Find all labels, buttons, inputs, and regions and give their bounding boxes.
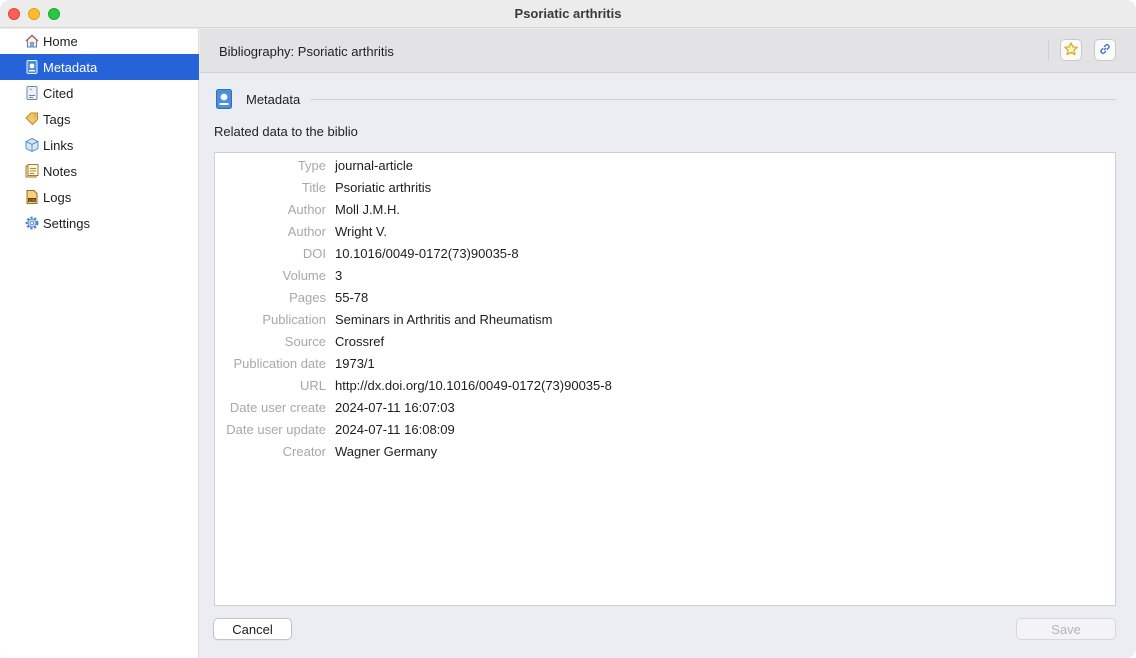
metadata-value: Psoriatic arthritis	[335, 179, 432, 195]
metadata-value: journal-article	[335, 157, 414, 173]
metadata-row: DOI 10.1016/0049-0172(73)90035-8	[215, 242, 1115, 264]
metadata-row: Title Psoriatic arthritis	[215, 176, 1115, 198]
sidebar-item-notes[interactable]: Notes	[0, 158, 199, 184]
metadata-row: Pages 55-78	[215, 286, 1115, 308]
metadata-row: Date user create 2024-07-11 16:07:03	[215, 396, 1115, 418]
metadata-value-link[interactable]: http://dx.doi.org/10.1016/0049-0172(73)9…	[335, 378, 612, 393]
section-header: Metadata	[214, 87, 1116, 111]
metadata-key: URL	[299, 377, 326, 393]
metadata-value: Wagner Germany	[335, 443, 438, 459]
metadata-key: Volume	[282, 267, 326, 283]
sidebar-item-home[interactable]: Home	[0, 28, 199, 54]
metadata-value: 55-78	[335, 289, 369, 305]
sidebar-item-logs[interactable]: LOG Logs	[0, 184, 199, 210]
section-divider	[310, 98, 1116, 100]
metadata-value: Moll J.M.H.	[335, 201, 400, 217]
metadata-value: Seminars in Arthritis and Rheumatism	[335, 311, 553, 327]
tag-icon	[24, 111, 40, 127]
metadata-key: Author	[287, 223, 326, 239]
section-subtitle: Related data to the biblio	[214, 124, 358, 139]
metadata-row: Author Moll J.M.H.	[215, 198, 1115, 220]
metadata-icon	[24, 59, 40, 75]
sidebar-item-links[interactable]: Links	[0, 132, 199, 158]
logs-icon: LOG	[24, 189, 40, 205]
metadata-key: Type	[297, 157, 326, 173]
metadata-icon	[214, 88, 234, 110]
sidebar-item-settings[interactable]: Settings	[0, 210, 199, 236]
metadata-value: 3	[335, 267, 343, 283]
metadata-value: Crossref	[335, 333, 385, 349]
window-title: Psoriatic arthritis	[514, 6, 622, 21]
cancel-button[interactable]: Cancel	[213, 618, 292, 640]
title-bar: Psoriatic arthritis	[0, 0, 1136, 28]
metadata-value: 1973/1	[335, 355, 375, 371]
metadata-value: 2024-07-11 16:07:03	[335, 399, 455, 415]
metadata-row: Type journal-article	[215, 154, 1115, 176]
sidebar-item-label: Metadata	[43, 59, 98, 75]
metadata-key: Date user create	[229, 399, 326, 415]
sidebar-item-label: Notes	[43, 163, 77, 179]
page-title: Bibliography: Psoriatic arthritis	[219, 44, 394, 59]
metadata-row: Volume 3	[215, 264, 1115, 286]
toolbar-divider	[1048, 39, 1049, 61]
link-icon	[1098, 42, 1112, 59]
sidebar: Home Metadata " Cited Tags Links Notes L…	[0, 29, 199, 658]
save-button[interactable]: Save	[1016, 618, 1116, 640]
sidebar-item-metadata[interactable]: Metadata	[0, 54, 199, 80]
sidebar-item-label: Settings	[43, 215, 90, 231]
star-icon	[1063, 41, 1079, 60]
svg-text:": "	[29, 88, 32, 95]
metadata-row: Publication Seminars in Arthritis and Rhe…	[215, 308, 1115, 330]
svg-text:LOG: LOG	[29, 198, 36, 202]
notes-icon	[24, 163, 40, 179]
sidebar-item-label: Tags	[43, 111, 71, 127]
gear-icon	[24, 215, 40, 231]
metadata-row: Publication date 1973/1	[215, 352, 1115, 374]
sidebar-item-tags[interactable]: Tags	[0, 106, 199, 132]
section-title: Metadata	[246, 91, 301, 107]
sidebar-item-cited[interactable]: " Cited	[0, 80, 199, 106]
cited-icon: "	[24, 85, 40, 101]
metadata-value: 2024-07-11 16:08:09	[335, 421, 455, 437]
main-content: Bibliography: Psoriatic arthritis Metada…	[200, 29, 1136, 658]
metadata-value: 10.1016/0049-0172(73)90035-8	[335, 245, 519, 261]
metadata-list[interactable]: Type journal-article Title Psoriatic arthr…	[214, 152, 1116, 606]
metadata-key: Title	[301, 179, 326, 195]
metadata-row: Creator Wagner Germany	[215, 440, 1115, 462]
metadata-row: URL http://dx.doi.org/10.1016/0049-0172(7…	[215, 374, 1115, 396]
home-icon	[24, 33, 40, 49]
metadata-row: Author Wright V.	[215, 220, 1115, 242]
link-button[interactable]	[1094, 39, 1116, 61]
metadata-row: Date user update 2024-07-11 16:08:09	[215, 418, 1115, 440]
sidebar-item-label: Home	[43, 33, 78, 49]
metadata-key: DOI	[302, 245, 326, 261]
metadata-key: Pages	[289, 289, 326, 305]
metadata-key: Creator	[282, 443, 326, 459]
metadata-row: Source Crossref	[215, 330, 1115, 352]
cube-icon	[24, 137, 40, 153]
metadata-key: Publication	[262, 311, 326, 327]
metadata-key: Source	[284, 333, 326, 349]
metadata-key: Date user update	[226, 421, 326, 437]
sidebar-item-label: Links	[43, 137, 74, 153]
sidebar-item-label: Logs	[43, 189, 72, 205]
metadata-key: Publication date	[233, 355, 326, 371]
metadata-key: Author	[287, 201, 326, 217]
metadata-value: Wright V.	[335, 223, 388, 239]
favorite-button[interactable]	[1060, 39, 1082, 61]
sidebar-item-label: Cited	[43, 85, 74, 101]
app-window: Psoriatic arthritis Home Metadata " Cite…	[0, 0, 1136, 658]
content-header: Bibliography: Psoriatic arthritis	[200, 29, 1136, 73]
